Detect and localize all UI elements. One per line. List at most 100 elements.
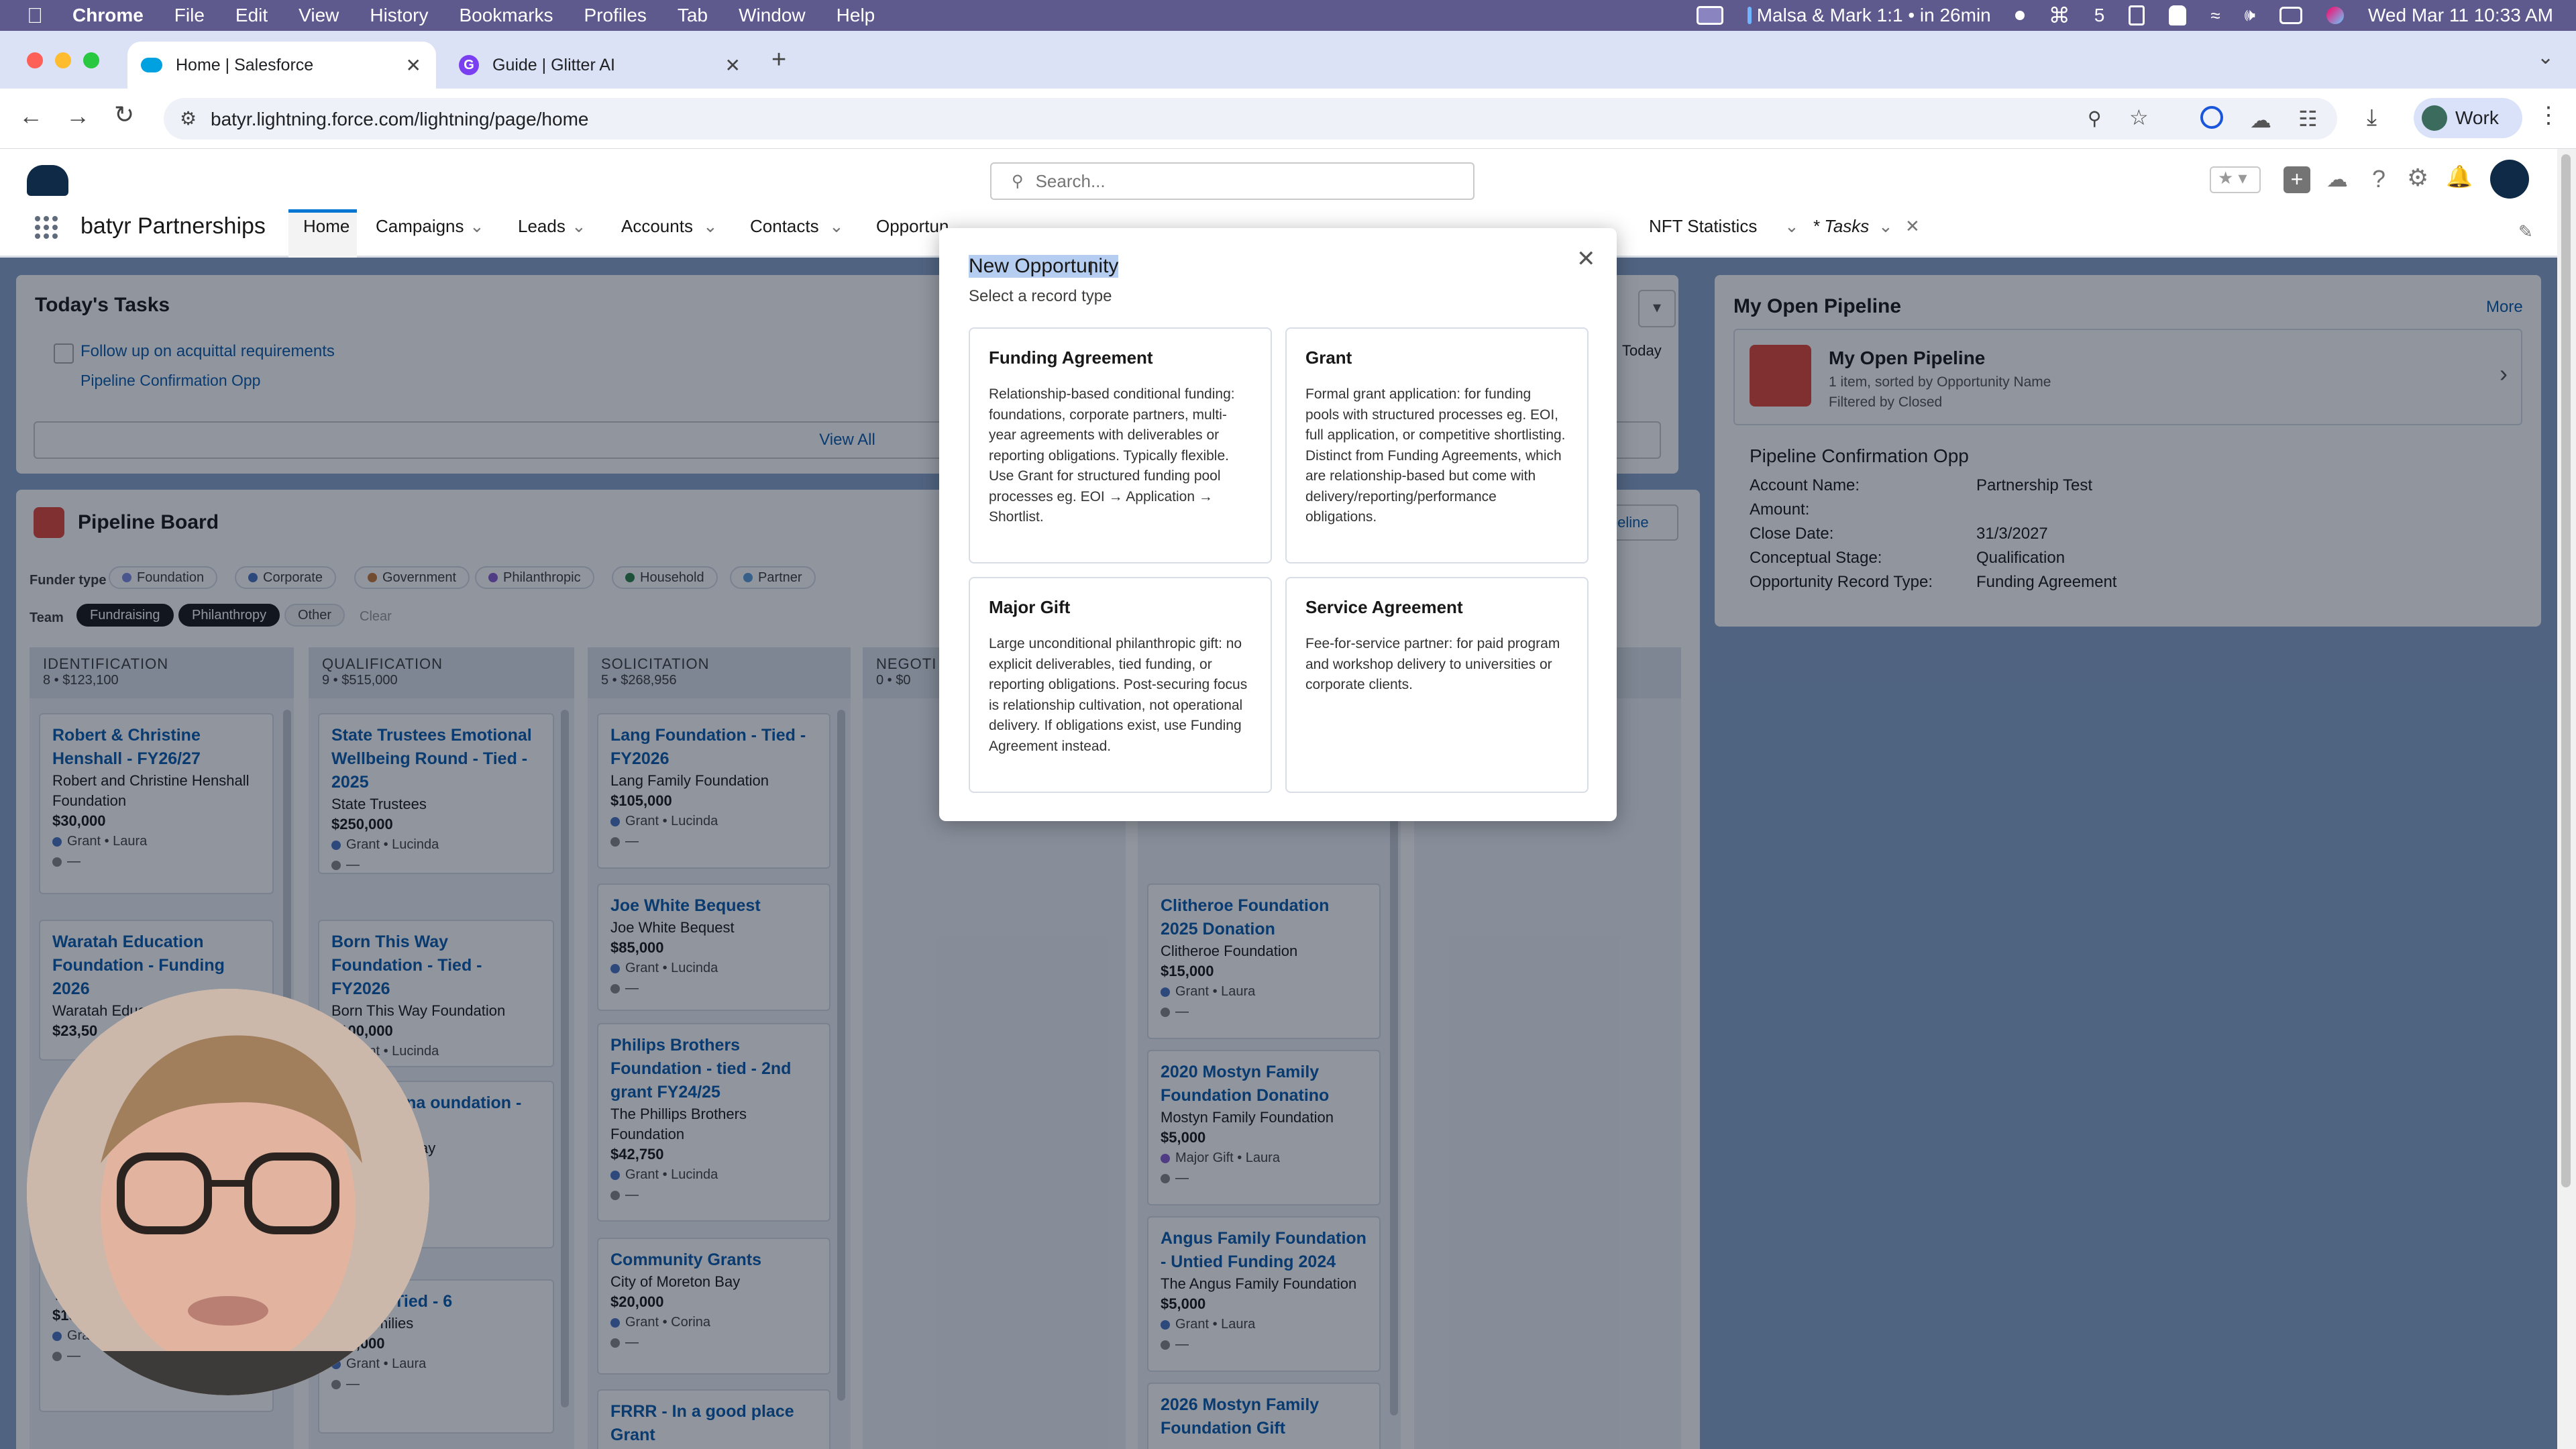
nav-contacts[interactable]: Contacts (750, 216, 819, 237)
command-icon[interactable]: ⌘ (2049, 3, 2070, 28)
tab-close-icon[interactable]: ✕ (725, 54, 741, 76)
page-scrollbar-thumb[interactable] (2561, 154, 2571, 1187)
nav-home[interactable]: Home (303, 216, 350, 237)
profile-avatar (2422, 105, 2447, 131)
nav-leads-chevron-icon[interactable]: ⌄ (572, 216, 586, 237)
setup-gear-icon[interactable]: ⚙ (2407, 164, 2428, 192)
nav-accounts[interactable]: Accounts (621, 216, 693, 237)
global-search[interactable]: ⚲ Search... (990, 162, 1474, 200)
text-cursor-icon: I (1088, 258, 1094, 280)
menu-badge-count[interactable]: 5 (2094, 5, 2105, 26)
menu-bookmarks[interactable]: Bookmarks (459, 5, 553, 26)
menu-tab[interactable]: Tab (678, 5, 708, 26)
edit-nav-icon[interactable]: ✎ (2518, 221, 2533, 242)
nav-tasks-chevron-icon[interactable]: ⌄ (1878, 216, 1893, 237)
chrome-menu-icon[interactable]: ⋮ (2537, 102, 2560, 129)
reload-icon[interactable]: ↻ (114, 101, 134, 129)
hand-icon[interactable] (2169, 5, 2187, 25)
modal-subtitle: Select a record type (969, 287, 1112, 305)
favorites-icon[interactable]: ★ ▾ (2210, 166, 2261, 193)
nav-tasks-close-icon[interactable]: ✕ (1905, 216, 1920, 237)
record-type-major-gift[interactable]: Major Gift Large unconditional philanthr… (969, 577, 1272, 793)
apple-icon[interactable]:  (27, 3, 43, 28)
back-arrow-icon[interactable]: ← (19, 102, 43, 130)
menu-edit[interactable]: Edit (235, 5, 268, 26)
window-close-button[interactable] (27, 52, 43, 68)
profile-chip[interactable]: Work (2414, 98, 2522, 138)
zoom-icon[interactable]: ⚲ (2088, 107, 2102, 129)
tab-title: Guide | Glitter AI (492, 55, 615, 74)
control-center-icon[interactable] (2279, 7, 2302, 24)
tab-search-chevron-icon[interactable]: ⌄ (2537, 46, 2554, 69)
bookmark-star-icon[interactable]: ☆ (2129, 105, 2149, 130)
nav-nft-chevron-icon[interactable]: ⌄ (1784, 216, 1799, 237)
record-type-name: Grant (1305, 347, 1352, 368)
glitter-g-icon: G (459, 55, 479, 75)
url-text: batyr.lightning.force.com/lightning/page… (211, 109, 589, 129)
siri-icon[interactable] (2326, 7, 2344, 24)
record-type-name: Service Agreement (1305, 597, 1463, 617)
app-name: batyr Partnerships (80, 213, 266, 239)
browser-tab-strip: Home | Salesforce ✕ G Guide | Glitter AI… (0, 31, 2576, 89)
global-actions-icon[interactable]: + (2284, 166, 2310, 193)
modal-close-icon[interactable]: ✕ (1576, 246, 1596, 272)
macos-menu-bar:  Chrome File Edit View History Bookmark… (0, 0, 2576, 31)
record-type-grant[interactable]: Grant Formal grant application: for fund… (1285, 327, 1589, 564)
app-launcher-icon[interactable] (35, 216, 58, 239)
nav-nft-statistics[interactable]: NFT Statistics (1649, 216, 1757, 237)
nav-accounts-chevron-icon[interactable]: ⌄ (703, 216, 718, 237)
nav-campaigns[interactable]: Campaigns (376, 216, 464, 237)
volume-icon[interactable]: 🕪 (2245, 5, 2255, 26)
password-manager-icon[interactable] (2200, 106, 2223, 129)
browser-tab-glitter[interactable]: G Guide | Glitter AI ✕ (447, 42, 755, 89)
menu-file[interactable]: File (174, 5, 205, 26)
screen-mirror-icon[interactable] (1696, 6, 1723, 25)
record-type-service-agreement[interactable]: Service Agreement Fee-for-service partne… (1285, 577, 1589, 793)
nav-contacts-chevron-icon[interactable]: ⌄ (829, 216, 844, 237)
menu-profiles[interactable]: Profiles (584, 5, 647, 26)
window-zoom-button[interactable] (83, 52, 99, 68)
tab-title: Home | Salesforce (176, 55, 314, 74)
cloud-extension-icon[interactable]: ☁ (2250, 107, 2271, 133)
wifi-icon[interactable]: ≈ (2210, 5, 2220, 26)
record-type-description: Large unconditional philanthropic gift: … (989, 636, 1248, 754)
nav-campaigns-chevron-icon[interactable]: ⌄ (470, 216, 484, 237)
nav-tasks[interactable]: * Tasks (1813, 216, 1869, 237)
menu-help[interactable]: Help (837, 5, 875, 26)
webcam-bubble[interactable] (27, 989, 429, 1395)
record-type-description: Relationship-based conditional funding: … (989, 386, 1235, 525)
notifications-bell-icon[interactable]: 🔔 (2446, 164, 2473, 189)
window-minimize-button[interactable] (55, 52, 71, 68)
menu-view[interactable]: View (299, 5, 339, 26)
clipboard-icon[interactable] (2129, 5, 2145, 25)
org-logo[interactable] (27, 165, 68, 196)
nav-leads[interactable]: Leads (518, 216, 566, 237)
user-avatar[interactable] (2490, 160, 2529, 199)
profile-name: Work (2455, 107, 2499, 128)
salesforce-cloud-icon (141, 58, 162, 72)
new-opportunity-modal: New Opportunity I Select a record type ✕… (939, 228, 1617, 821)
nav-opportunities[interactable]: Opportun (876, 216, 949, 237)
menu-app-name[interactable]: Chrome (72, 5, 144, 26)
address-bar[interactable]: ⚙ batyr.lightning.force.com/lightning/pa… (164, 98, 2337, 140)
search-placeholder: Search... (1035, 170, 1106, 191)
modal-title: New Opportunity (969, 255, 1119, 278)
new-tab-button[interactable]: + (771, 46, 786, 74)
help-icon[interactable]: ? (2372, 165, 2385, 193)
meeting-reminder[interactable]: Malsa & Mark 1:1 • in 26min (1747, 5, 1991, 26)
site-info-icon[interactable]: ⚙ (180, 107, 197, 129)
extensions-icon[interactable]: ☷ (2298, 106, 2318, 131)
search-icon: ⚲ (1012, 172, 1024, 191)
downloads-icon[interactable]: ⤓ (2367, 105, 2377, 131)
record-type-funding-agreement[interactable]: Funding Agreement Relationship-based con… (969, 327, 1272, 564)
menu-datetime[interactable]: Wed Mar 11 10:33 AM (2368, 5, 2553, 26)
recording-dot-icon (2015, 11, 2025, 20)
presenter-video (27, 989, 429, 1395)
menu-history[interactable]: History (370, 5, 428, 26)
menu-window[interactable]: Window (739, 5, 806, 26)
tab-close-icon[interactable]: ✕ (406, 54, 421, 76)
forward-arrow-icon[interactable]: → (66, 102, 90, 130)
record-type-description: Formal grant application: for funding po… (1305, 386, 1566, 525)
trailhead-icon[interactable]: ☁ (2326, 166, 2348, 192)
browser-tab-salesforce[interactable]: Home | Salesforce ✕ (127, 42, 436, 89)
